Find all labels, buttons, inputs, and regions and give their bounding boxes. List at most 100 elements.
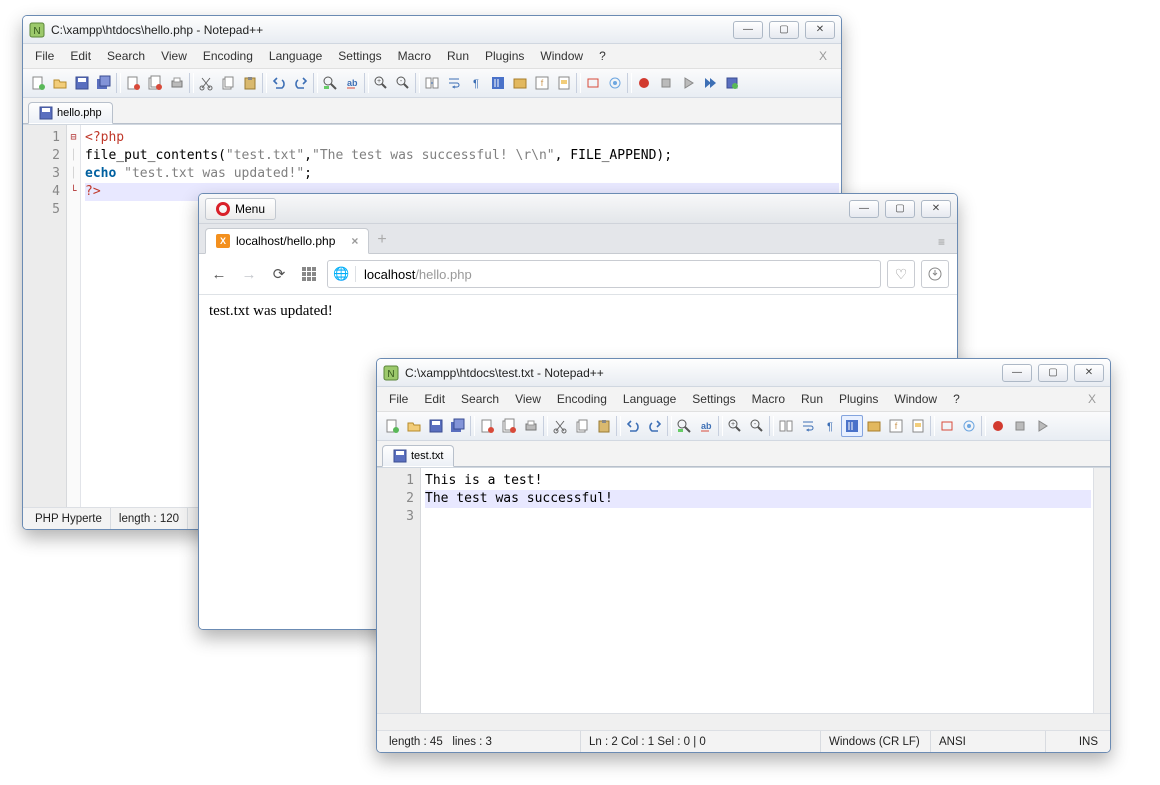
close-button[interactable]: ✕ [805, 21, 835, 39]
menu-macro[interactable]: Macro [744, 389, 793, 409]
macro-play-multi-icon[interactable] [699, 72, 721, 94]
function-list-icon[interactable]: f [531, 72, 553, 94]
open-file-icon[interactable] [49, 72, 71, 94]
replace-icon[interactable]: ab [695, 415, 717, 437]
paste-icon[interactable] [593, 415, 615, 437]
save-icon[interactable] [425, 415, 447, 437]
menu-plugins[interactable]: Plugins [477, 46, 532, 66]
folder-as-workspace-icon[interactable] [509, 72, 531, 94]
show-all-chars-icon[interactable]: ¶ [819, 415, 841, 437]
new-file-icon[interactable] [381, 415, 403, 437]
sync-v-icon[interactable] [775, 415, 797, 437]
copy-icon[interactable] [217, 72, 239, 94]
menu-macro[interactable]: Macro [390, 46, 439, 66]
zoom-out-icon[interactable]: - [746, 415, 768, 437]
macro-stop-icon[interactable] [1009, 415, 1031, 437]
titlebar[interactable]: N C:\xampp\htdocs\test.txt - Notepad++ —… [377, 359, 1110, 387]
new-tab-button[interactable]: + [377, 231, 386, 253]
menu-view[interactable]: View [507, 389, 549, 409]
paste-icon[interactable] [239, 72, 261, 94]
macro-play-icon[interactable] [677, 72, 699, 94]
save-all-icon[interactable] [93, 72, 115, 94]
menu-help[interactable]: ? [945, 389, 968, 409]
redo-icon[interactable] [644, 415, 666, 437]
zoom-in-icon[interactable]: + [370, 72, 392, 94]
speed-dial-button[interactable] [297, 262, 321, 286]
url-input[interactable]: localhost/hello.php [356, 267, 880, 282]
find-icon[interactable] [319, 72, 341, 94]
close-all-icon[interactable] [144, 72, 166, 94]
menu-file[interactable]: File [27, 46, 62, 66]
save-all-icon[interactable] [447, 415, 469, 437]
browser-tab[interactable]: X localhost/hello.php × [205, 228, 369, 254]
address-bar[interactable]: 🌐 localhost/hello.php [327, 260, 881, 288]
undo-icon[interactable] [268, 72, 290, 94]
save-icon[interactable] [71, 72, 93, 94]
macro-play-icon[interactable] [1031, 415, 1053, 437]
new-file-icon[interactable] [27, 72, 49, 94]
reload-button[interactable]: ⟳ [267, 262, 291, 286]
redo-icon[interactable] [290, 72, 312, 94]
close-button[interactable]: ✕ [1074, 364, 1104, 382]
notepadpp-window-2[interactable]: N C:\xampp\htdocs\test.txt - Notepad++ —… [376, 358, 1111, 753]
monitor-icon[interactable] [604, 72, 626, 94]
menu-search[interactable]: Search [453, 389, 507, 409]
print-icon[interactable] [520, 415, 542, 437]
show-all-chars-icon[interactable]: ¶ [465, 72, 487, 94]
close-file-icon[interactable] [122, 72, 144, 94]
menu-file[interactable]: File [381, 389, 416, 409]
bookmark-heart-button[interactable]: ♡ [887, 260, 915, 288]
menu-edit[interactable]: Edit [62, 46, 99, 66]
wrap-icon[interactable] [797, 415, 819, 437]
zoom-out-icon[interactable]: - [392, 72, 414, 94]
close-button[interactable]: ✕ [921, 200, 951, 218]
opera-menu-button[interactable]: Menu [205, 198, 276, 220]
panel-toggle-icon[interactable]: ≡ [932, 231, 951, 253]
menu-run[interactable]: Run [439, 46, 477, 66]
doc-switch-icon[interactable] [936, 415, 958, 437]
tab-close-icon[interactable]: × [351, 234, 358, 248]
doc-map-icon[interactable] [553, 72, 575, 94]
code-editor[interactable]: 123 This is a test! The test was success… [377, 467, 1110, 713]
menu-settings[interactable]: Settings [330, 46, 389, 66]
forward-button[interactable]: → [237, 262, 261, 286]
scrollbar-vertical[interactable] [1093, 468, 1110, 713]
menu-language[interactable]: Language [615, 389, 684, 409]
file-tab-test[interactable]: test.txt [382, 445, 454, 467]
menu-window[interactable]: Window [532, 46, 591, 66]
maximize-button[interactable]: ▢ [769, 21, 799, 39]
wrap-icon[interactable] [443, 72, 465, 94]
sync-v-icon[interactable] [421, 72, 443, 94]
macro-save-icon[interactable] [721, 72, 743, 94]
menu-run[interactable]: Run [793, 389, 831, 409]
print-icon[interactable] [166, 72, 188, 94]
code-area[interactable]: This is a test! The test was successful! [421, 468, 1093, 713]
maximize-button[interactable]: ▢ [885, 200, 915, 218]
folder-as-workspace-icon[interactable] [863, 415, 885, 437]
macro-record-icon[interactable] [633, 72, 655, 94]
cut-icon[interactable] [195, 72, 217, 94]
menu-view[interactable]: View [153, 46, 195, 66]
menu-help[interactable]: ? [591, 46, 614, 66]
minimize-button[interactable]: — [733, 21, 763, 39]
menu-window[interactable]: Window [886, 389, 945, 409]
menu-plugins[interactable]: Plugins [831, 389, 886, 409]
titlebar[interactable]: N C:\xampp\htdocs\hello.php - Notepad++ … [23, 16, 841, 44]
undo-icon[interactable] [622, 415, 644, 437]
minimize-button[interactable]: — [849, 200, 879, 218]
menu-close-x[interactable]: X [811, 46, 837, 66]
indent-guide-icon[interactable] [841, 415, 863, 437]
close-file-icon[interactable] [476, 415, 498, 437]
menu-close-x[interactable]: X [1080, 389, 1106, 409]
replace-icon[interactable]: ab [341, 72, 363, 94]
doc-switch-icon[interactable] [582, 72, 604, 94]
cut-icon[interactable] [549, 415, 571, 437]
menu-edit[interactable]: Edit [416, 389, 453, 409]
site-info-icon[interactable]: 🌐 [328, 266, 356, 282]
maximize-button[interactable]: ▢ [1038, 364, 1068, 382]
close-all-icon[interactable] [498, 415, 520, 437]
indent-guide-icon[interactable] [487, 72, 509, 94]
browser-topbar[interactable]: Menu — ▢ ✕ [199, 194, 957, 224]
open-file-icon[interactable] [403, 415, 425, 437]
macro-record-icon[interactable] [987, 415, 1009, 437]
